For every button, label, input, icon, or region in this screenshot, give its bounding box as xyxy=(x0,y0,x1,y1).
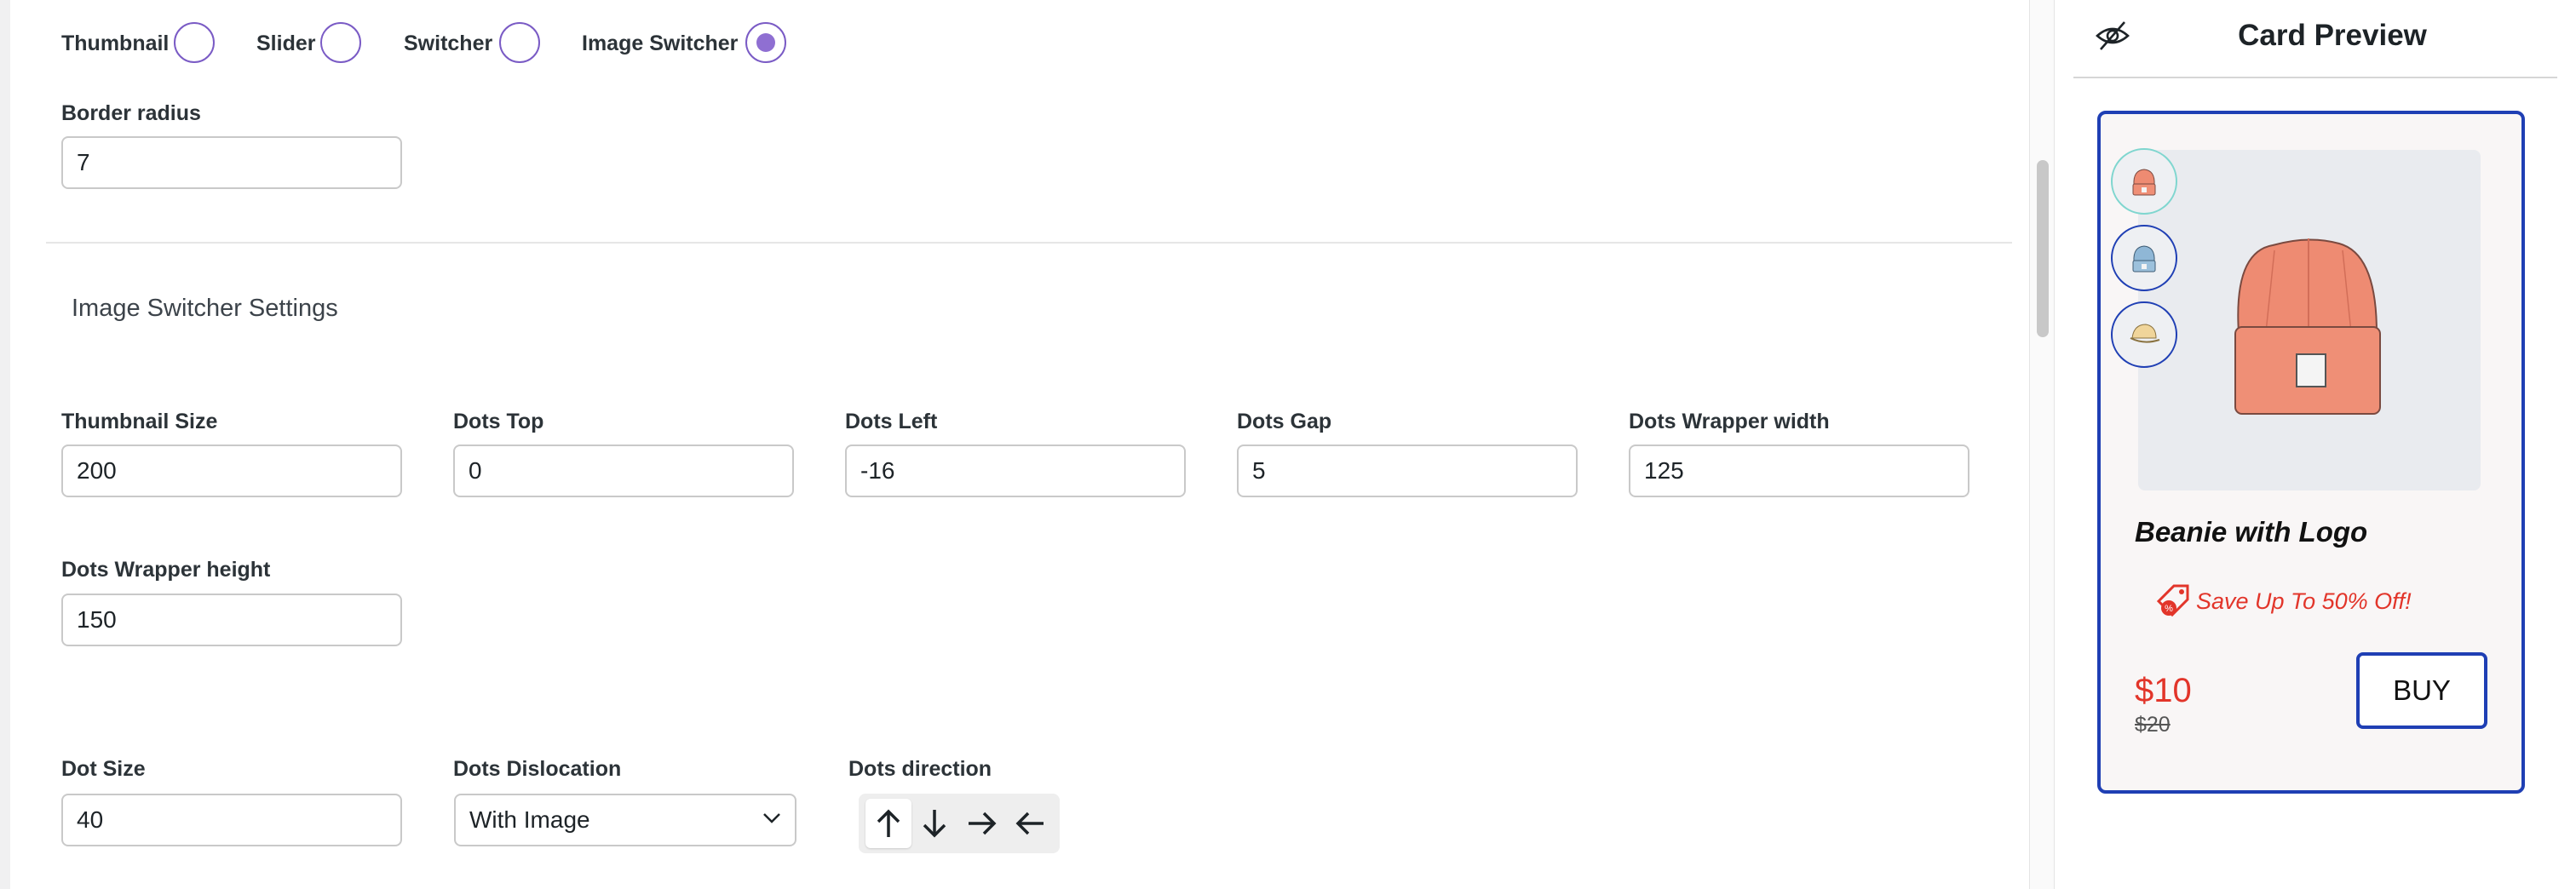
beanie-thumbnail-icon xyxy=(2132,169,2156,196)
thumbnail-size-input[interactable]: 200 xyxy=(61,444,402,497)
promo-text: Save Up To 50% Off! xyxy=(2196,588,2412,614)
direction-up-button[interactable] xyxy=(865,799,911,848)
dot-size-input[interactable]: 40 xyxy=(61,794,402,846)
dots-gap-input[interactable]: 5 xyxy=(1237,444,1578,497)
image-switcher-settings-title: Image Switcher Settings xyxy=(72,295,338,322)
border-radius-label: Border radius xyxy=(61,101,201,125)
image-dot-yellow[interactable] xyxy=(2111,301,2177,368)
preview-divider xyxy=(2073,77,2557,78)
image-dot-blue[interactable] xyxy=(2111,225,2177,291)
style-radio-slider[interactable] xyxy=(320,22,361,63)
style-option-label-thumbnail: Thumbnail xyxy=(61,32,170,55)
scrollbar[interactable] xyxy=(2029,0,2055,889)
price-tag-icon: % xyxy=(2156,584,2189,617)
style-option-label-slider: Slider xyxy=(256,32,316,55)
dots-top-label: Dots Top xyxy=(453,410,544,433)
border-radius-input[interactable]: 7 xyxy=(61,136,402,189)
svg-text:%: % xyxy=(2165,604,2173,614)
style-radio-thumbnail[interactable] xyxy=(174,22,215,63)
scrollbar-thumb[interactable] xyxy=(2037,160,2049,337)
dots-wrapper-height-input[interactable]: 150 xyxy=(61,594,402,646)
page-left-edge xyxy=(0,0,10,889)
dots-dislocation-select[interactable]: With Image xyxy=(454,794,796,846)
style-radio-switcher[interactable] xyxy=(499,22,540,63)
style-option-label-switcher: Switcher xyxy=(404,32,493,55)
card-preview-title: Card Preview xyxy=(2238,19,2427,52)
chevron-down-icon xyxy=(763,813,780,823)
product-card: Beanie with Logo % Save Up To 50% Off! $… xyxy=(2097,111,2525,794)
original-price: $20 xyxy=(2135,713,2171,737)
style-option-label-image-switcher: Image Switcher xyxy=(582,32,739,55)
dots-wrapper-width-input[interactable]: 125 xyxy=(1629,444,1969,497)
arrow-left-icon xyxy=(1015,812,1044,835)
buy-button[interactable]: BUY xyxy=(2356,652,2487,729)
image-dot-orange[interactable] xyxy=(2111,148,2177,215)
radio-selected-dot xyxy=(756,33,775,52)
sale-price: $10 xyxy=(2135,672,2192,709)
section-divider xyxy=(46,242,2012,244)
arrow-up-icon xyxy=(877,809,900,837)
dots-dislocation-value: With Image xyxy=(469,806,590,833)
dots-wrapper-width-label: Dots Wrapper width xyxy=(1629,410,1830,433)
product-image xyxy=(2138,150,2481,490)
dots-top-input[interactable]: 0 xyxy=(453,444,794,497)
dots-left-input[interactable]: -16 xyxy=(845,444,1186,497)
dots-direction-toggle xyxy=(859,794,1060,853)
settings-panel: Thumbnail Slider Switcher Image Switcher… xyxy=(10,0,2029,889)
dots-dislocation-label: Dots Dislocation xyxy=(453,757,622,781)
style-radio-image-switcher[interactable] xyxy=(745,22,786,63)
direction-right-button[interactable] xyxy=(959,799,1005,848)
dots-direction-label: Dots direction xyxy=(848,757,992,781)
card-preview-panel: Card Preview Beanie with Logo % Save Up … xyxy=(2055,0,2576,889)
cap-thumbnail-icon xyxy=(2130,324,2160,343)
thumbnail-size-label: Thumbnail Size xyxy=(61,410,218,433)
product-name: Beanie with Logo xyxy=(2135,516,2368,548)
dot-size-label: Dot Size xyxy=(61,757,146,781)
direction-down-button[interactable] xyxy=(911,799,957,848)
dots-wrapper-height-label: Dots Wrapper height xyxy=(61,558,271,582)
dots-gap-label: Dots Gap xyxy=(1237,410,1332,433)
arrow-down-icon xyxy=(923,810,946,838)
dots-left-label: Dots Left xyxy=(845,410,938,433)
beanie-illustration xyxy=(2234,238,2381,415)
beanie-thumbnail-icon xyxy=(2132,245,2156,272)
direction-left-button[interactable] xyxy=(1007,799,1053,848)
arrow-right-icon xyxy=(969,812,997,835)
